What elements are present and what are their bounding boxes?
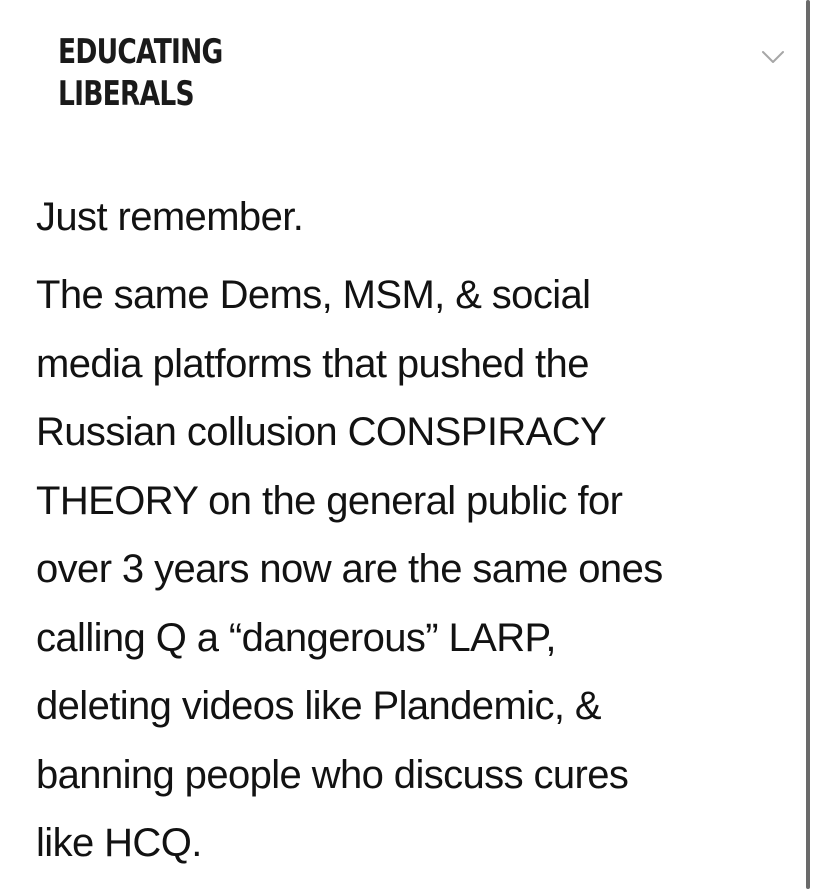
chevron-down-icon[interactable] bbox=[760, 44, 786, 70]
post-line: like HCQ. bbox=[36, 821, 202, 865]
scrollbar[interactable] bbox=[806, 0, 810, 889]
post-intro: Just remember. bbox=[36, 195, 304, 239]
brand-line-1: EDUCATING bbox=[58, 32, 223, 72]
brand-line-2: LIBERALS bbox=[58, 74, 195, 114]
post-page: EDUCATING LIBERALS Just remember. The sa… bbox=[0, 0, 817, 889]
post-line: deleting videos like Plandemic, & bbox=[36, 684, 602, 728]
post-text: Just remember. The same Dems, MSM, & soc… bbox=[36, 191, 786, 878]
post-line: media platforms that pushed the bbox=[36, 341, 589, 386]
post-line: banning people who discuss cures bbox=[36, 752, 629, 797]
post-line: over 3 years now are the same ones bbox=[36, 547, 663, 591]
post-line: Russian collusion CONSPIRACY bbox=[36, 410, 607, 454]
post-line: The same Dems, MSM, & social bbox=[36, 273, 591, 317]
brand-logo: EDUCATING LIBERALS bbox=[58, 31, 358, 115]
post-line: THEORY on the general public for bbox=[36, 478, 623, 523]
post-line: calling Q a “dangerous” LARP, bbox=[36, 615, 557, 660]
